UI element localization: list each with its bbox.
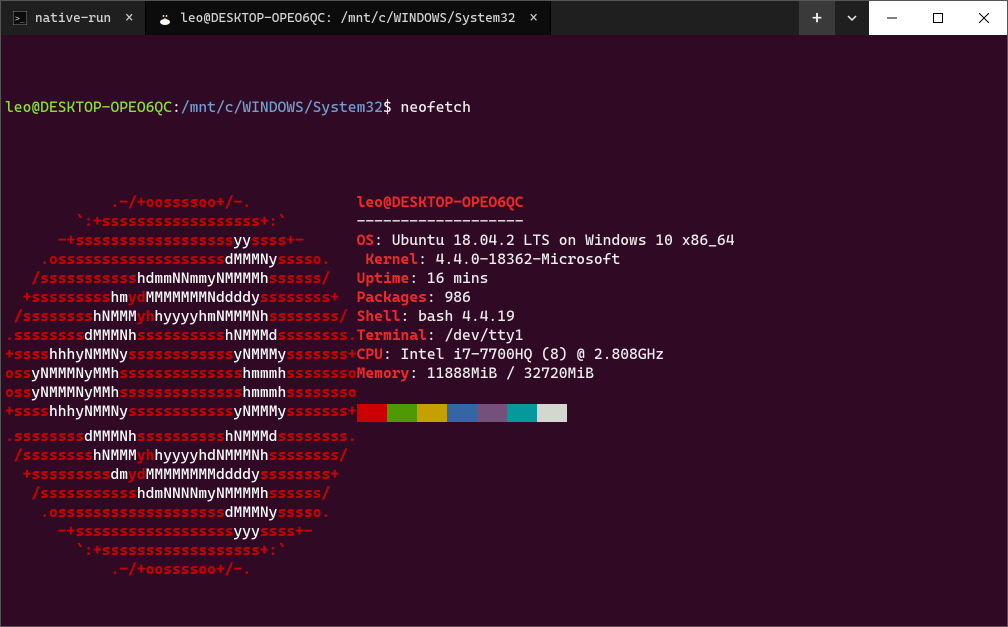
color-block [357, 404, 387, 422]
prompt-sep: : [172, 98, 181, 117]
close-icon[interactable]: × [530, 10, 538, 26]
close-window-button[interactable] [961, 1, 1007, 35]
terminal-window: >_ native-run × leo@DESKTOP-OPEO6QC: /mn… [0, 0, 1008, 627]
color-block [447, 404, 477, 422]
neofetch-info-line: Shell: bash 4.4.19 [357, 307, 515, 326]
close-icon[interactable]: × [125, 10, 133, 26]
neofetch-info-line: Packages: 986 [357, 288, 471, 307]
color-block [507, 404, 537, 422]
ascii-logo-line: /ssssssssssshdmmNNmmyNMMMMhssssss/ [5, 269, 357, 288]
prompt-cwd: /mnt/c/WINDOWS/System32 [181, 98, 383, 117]
minimize-icon [887, 13, 897, 23]
neofetch-row: .osssssssssssssssssssdMMMNysssso. [5, 503, 1003, 522]
neofetch-info-line [357, 522, 366, 541]
close-icon [979, 13, 989, 23]
neofetch-row: `:+ssssssssssssssssss+:` ---------------… [5, 212, 1003, 231]
ascii-logo-line: `:+ssssssssssssssssss+:` [5, 212, 357, 231]
neofetch-info-line: CPU: Intel i7-7700HQ (8) @ 2.808GHz [357, 345, 665, 364]
prompt-sigil: $ [383, 98, 392, 117]
ascii-logo-line: +sssshhhyNMMNyssssssssssssyNMMMysssssss+ [5, 345, 357, 364]
neofetch-row: .osssssssssssssssssssdMMMNysssso. Kernel… [5, 250, 1003, 269]
tab-native-run[interactable]: >_ native-run × [1, 1, 146, 35]
terminal-body[interactable]: leo@DESKTOP-OPEO6QC:/mnt/c/WINDOWS/Syste… [1, 35, 1007, 626]
tux-icon [158, 11, 172, 25]
neofetch-info-line [357, 446, 366, 465]
ascii-logo-line: .-/+oossssoo+/-. [5, 193, 357, 212]
command-typed: neofetch [392, 98, 471, 117]
ascii-logo-line: +sssssssssdmydMMMMMMMMddddyssssssss+ [5, 465, 357, 484]
maximize-icon [933, 13, 943, 23]
neofetch-info-line: Terminal: /dev/tty1 [357, 326, 524, 345]
neofetch-row: +ssssssssshmydMMMMMMMNddddyssssssss+ Pac… [5, 288, 1003, 307]
color-block [477, 404, 507, 422]
neofetch-row: .ssssssssdMMMNhsssssssssshNMMMdssssssss. [5, 427, 1003, 446]
neofetch-row: .-/+oossssoo+/-. [5, 560, 1003, 579]
neofetch-info-line: ------------------- [357, 212, 524, 231]
neofetch-row: /ssssssssssshdmNNNNmyNMMMMhssssss/ [5, 484, 1003, 503]
ascii-logo-line: .-/+oossssoo+/-. [5, 560, 357, 579]
neofetch-info-line: leo@DESKTOP-OPEO6QC [357, 193, 524, 212]
cmd-icon: >_ [13, 11, 27, 25]
color-block [417, 404, 447, 422]
svg-text:>_: >_ [15, 14, 25, 23]
prompt-line-1: leo@DESKTOP-OPEO6QC:/mnt/c/WINDOWS/Syste… [5, 98, 1003, 117]
ascii-logo-line: .osssssssssssssssssssdMMMNysssso. [5, 503, 365, 522]
neofetch-info-line [357, 427, 366, 446]
maximize-button[interactable] [915, 1, 961, 35]
color-block [537, 404, 567, 422]
neofetch-row: +sssssssssdmydMMMMMMMMddddyssssssss+ [5, 465, 1003, 484]
neofetch-row: -+ssssssssssssssssssyyyssss+- [5, 522, 1003, 541]
neofetch-info-line: OS: Ubuntu 18.04.2 LTS on Windows 10 x86… [357, 231, 735, 250]
tab-dropdown-button[interactable] [835, 1, 869, 35]
ascii-logo-line: .osssssssssssssssssssdMMMNysssso. [5, 250, 365, 269]
ascii-logo-line: -+ssssssssssssssssssyyssss+- [5, 231, 357, 250]
neofetch-info-line [357, 484, 366, 503]
tab-label: native-run [35, 11, 111, 26]
ascii-logo-line: /sssssssshNMMMyhhyyyyhdNMMMNhssssssss/ [5, 446, 357, 465]
neofetch-info-line [357, 541, 366, 560]
chevron-down-icon [846, 12, 858, 24]
titlebar: >_ native-run × leo@DESKTOP-OPEO6QC: /mn… [1, 1, 1007, 35]
neofetch-row: /sssssssshNMMMyhhyyyyhdNMMMNhssssssss/ [5, 446, 1003, 465]
neofetch-row: `:+ssssssssssssssssss+:` [5, 541, 1003, 560]
ascii-logo-line: .ssssssssdMMMNhsssssssssshNMMMdssssssss. [5, 326, 357, 345]
neofetch-row: .-/+oossssoo+/-. leo@DESKTOP-OPEO6QC [5, 193, 1003, 212]
neofetch-row: .ssssssssdMMMNhsssssssssshNMMMdssssssss.… [5, 326, 1003, 345]
color-blocks [357, 404, 567, 422]
neofetch-info-line [357, 383, 366, 402]
minimize-button[interactable] [869, 1, 915, 35]
neofetch-info-line: Uptime: 16 mins [357, 269, 489, 288]
neofetch-row: -+ssssssssssssssssssyyssss+- OS: Ubuntu … [5, 231, 1003, 250]
neofetch-row: ossyNMMMNyMMhsssssssssssssshmmmhssssssso… [5, 364, 1003, 383]
ascii-logo-line: ossyNMMMNyMMhsssssssssssssshmmmhssssssso [5, 383, 357, 402]
ascii-logo-line: +sssshhhyNMMNyssssssssssssyNMMMysssssss+ [5, 402, 357, 427]
neofetch-info-line [357, 402, 567, 427]
neofetch-row: ossyNMMMNyMMhsssssssssssssshmmmhssssssso [5, 383, 1003, 402]
neofetch-info-line [357, 560, 366, 579]
new-tab-button[interactable]: + [799, 1, 835, 35]
neofetch-row: +sssshhhyNMMNyssssssssssssyNMMMysssssss+… [5, 345, 1003, 364]
ascii-logo-line: -+ssssssssssssssssssyyyssss+- [5, 522, 357, 541]
neofetch-row: +sssshhhyNMMNyssssssssssssyNMMMysssssss+ [5, 402, 1003, 427]
window-controls [869, 1, 1007, 35]
neofetch-output: .-/+oossssoo+/-. leo@DESKTOP-OPEO6QC `:+… [5, 193, 1003, 579]
neofetch-info-line [365, 503, 374, 522]
ascii-logo-line: /sssssssshNMMMyhhyyyyhmNMMMNhssssssss/ [5, 307, 357, 326]
ascii-logo-line: ossyNMMMNyMMhsssssssssssssshmmmhssssssso [5, 364, 357, 383]
ascii-logo-line: /ssssssssssshdmNNNNmyNMMMMhssssss/ [5, 484, 357, 503]
ascii-logo-line: .ssssssssdMMMNhsssssssssshNMMMdssssssss. [5, 427, 357, 446]
tab-wsl-ubuntu[interactable]: leo@DESKTOP-OPEO6QC: /mnt/c/WINDOWS/Syst… [146, 1, 550, 35]
neofetch-row: /sssssssshNMMMyhhyyyyhmNMMMNhssssssss/ S… [5, 307, 1003, 326]
neofetch-row: /ssssssssssshdmmNNmmyNMMMMhssssss/ Uptim… [5, 269, 1003, 288]
neofetch-info-line: Memory: 11888MiB / 32720MiB [357, 364, 594, 383]
tab-label: leo@DESKTOP-OPEO6QC: /mnt/c/WINDOWS/Syst… [180, 11, 515, 26]
neofetch-info-line [357, 465, 366, 484]
ascii-logo-line: `:+ssssssssssssssssss+:` [5, 541, 357, 560]
ascii-logo-line: +ssssssssshmydMMMMMMMNddddyssssssss+ [5, 288, 357, 307]
neofetch-info-line: Kernel: 4.4.0-18362-Microsoft [365, 250, 620, 269]
color-block [387, 404, 417, 422]
tab-strip: >_ native-run × leo@DESKTOP-OPEO6QC: /mn… [1, 1, 799, 35]
prompt-userhost: leo@DESKTOP-OPEO6QC [5, 98, 172, 117]
